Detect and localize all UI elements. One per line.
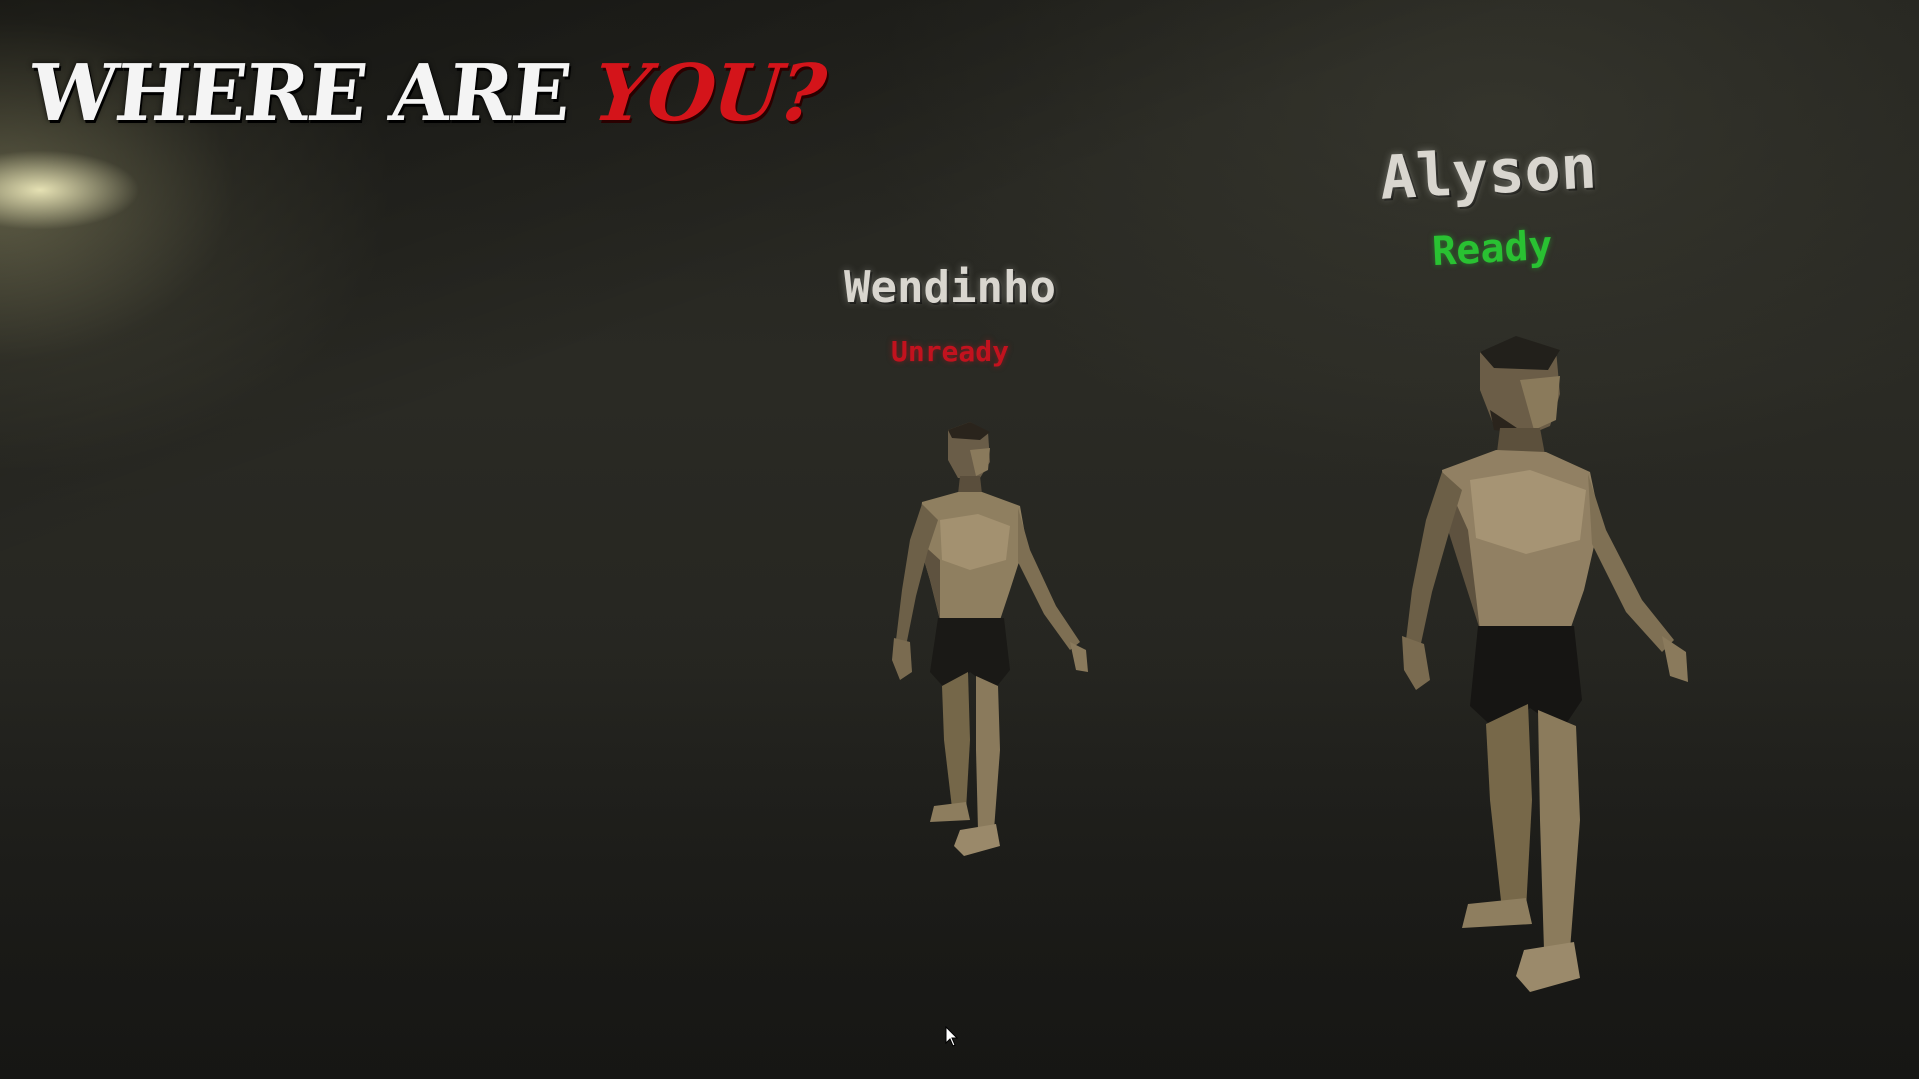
player-status-unready: Unready: [890, 335, 1009, 368]
player-character-model: [1402, 336, 1688, 992]
logo-question-mark: ?: [775, 48, 829, 139]
game-logo: WHERE ARE YOU?: [25, 48, 828, 139]
character-body: [1402, 336, 1688, 992]
player-tag-wendinho: Wendinho Unready: [810, 262, 1090, 368]
mouse-pointer-icon: [945, 1026, 959, 1047]
lobby-scene: WHERE ARE YOU? Wendinho Unready Alyson R…: [0, 0, 1919, 1079]
logo-text-white: WHERE ARE: [25, 48, 574, 139]
logo-text-red: YOU: [589, 48, 785, 139]
light-flare: [0, 150, 140, 230]
character-body: [892, 422, 1088, 856]
player-name: Alyson: [1378, 132, 1599, 214]
player-tag-alyson: Alyson Ready: [1332, 130, 1649, 280]
player-status-ready: Ready: [1430, 222, 1554, 276]
player-name: Wendinho: [844, 262, 1056, 313]
player-character-model: [892, 422, 1088, 856]
